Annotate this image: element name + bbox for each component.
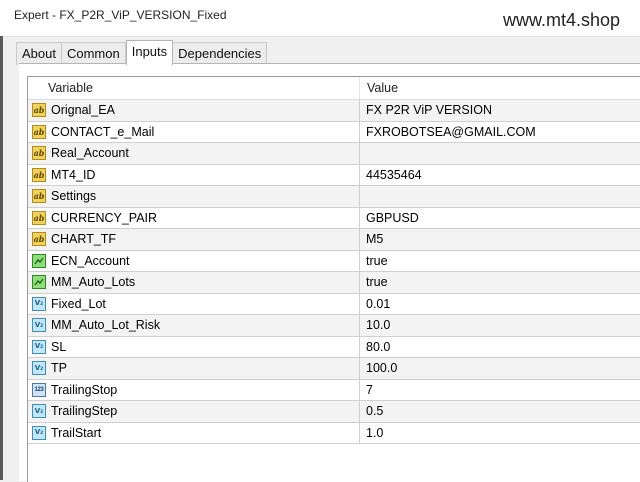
table-row[interactable]: 123 TrailingStop 7 [28, 379, 640, 401]
table-row[interactable]: ab Real_Account [28, 143, 640, 165]
variable-name: TrailStart [51, 425, 102, 440]
value-cell[interactable]: 10.0 [360, 315, 640, 336]
window-title: Expert - FX_P2R_ViP_VERSION_Fixed [14, 8, 227, 22]
string-ab-icon: ab [32, 146, 46, 161]
variable-cell: V₂ MM_Auto_Lot_Risk [28, 315, 360, 336]
value-cell[interactable]: M5 [360, 229, 640, 250]
bool-icon [32, 275, 46, 290]
double-icon: V₂ [32, 318, 46, 333]
variable-name: CONTACT_e_Mail [51, 124, 155, 139]
value-cell[interactable]: 100.0 [360, 358, 640, 379]
value-cell[interactable]: true [360, 251, 640, 272]
variable-cell: V₂ Fixed_Lot [28, 293, 360, 314]
variable-cell: V₂ TrailingStep [28, 401, 360, 422]
variable-name: CURRENCY_PAIR [51, 210, 158, 225]
tab-about[interactable]: About [16, 42, 62, 65]
double-icon: V₂ [32, 404, 46, 419]
variable-cell: ab CHART_TF [28, 229, 360, 250]
table-row[interactable]: ECN_Account true [28, 250, 640, 272]
table-row[interactable]: ab CURRENCY_PAIR GBPUSD [28, 207, 640, 229]
value-cell[interactable]: true [360, 272, 640, 293]
variable-cell: ab CURRENCY_PAIR [28, 207, 360, 228]
string-ab-icon: ab [32, 167, 46, 182]
table-row[interactable]: ab Settings [28, 186, 640, 208]
variable-name: MM_Auto_Lots [51, 275, 136, 290]
variable-cell: V₂ TrailStart [28, 422, 360, 443]
double-icon: V₂ [32, 339, 46, 354]
variable-name: TrailingStop [51, 382, 118, 397]
tab-bar: About Common Inputs Dependencies [16, 40, 268, 65]
variable-name: Fixed_Lot [51, 296, 106, 311]
inputs-table: Variable Value ab Orignal_EA FX P2R ViP VE… [27, 76, 640, 482]
tab-dependencies[interactable]: Dependencies [173, 42, 268, 65]
value-cell[interactable]: 0.01 [360, 294, 640, 315]
tab-common[interactable]: Common [61, 42, 126, 65]
variable-cell: MM_Auto_Lots [28, 272, 360, 293]
variable-cell: ab Settings [28, 186, 360, 207]
value-cell[interactable]: GBPUSD [360, 208, 640, 229]
window-titlebar: Expert - FX_P2R_ViP_VERSION_Fixed www.mt… [0, 0, 640, 37]
table-row[interactable]: V₂ Fixed_Lot 0.01 [28, 293, 640, 315]
variable-name: SL [51, 339, 67, 354]
tab-inputs[interactable]: Inputs [125, 40, 174, 65]
variable-name: CHART_TF [51, 232, 117, 247]
value-cell[interactable]: 0.5 [360, 401, 640, 422]
bool-icon [32, 253, 46, 268]
variable-name: TrailingStep [51, 404, 118, 419]
value-cell[interactable]: FXROBOTSEA@GMAIL.COM [360, 122, 640, 143]
integer-icon: 123 [32, 382, 46, 397]
watermark-text: www.mt4.shop [502, 10, 620, 30]
table-row[interactable]: ab MT4_ID 44535464 [28, 164, 640, 186]
variable-cell: ab Orignal_EA [28, 100, 360, 121]
table-row[interactable]: V₂ TrailStart 1.0 [28, 422, 640, 444]
column-header-value[interactable]: Value [360, 77, 398, 99]
table-row[interactable]: MM_Auto_Lots true [28, 272, 640, 294]
variable-name: Settings [51, 189, 97, 204]
variable-name: TP [51, 361, 67, 376]
table-row[interactable]: V₂ SL 80.0 [28, 336, 640, 358]
variable-name: Real_Account [51, 146, 129, 161]
value-cell[interactable]: FX P2R ViP VERSION [360, 100, 640, 121]
variable-name: MM_Auto_Lot_Risk [51, 318, 161, 333]
variable-name: Orignal_EA [51, 103, 115, 118]
variable-cell: V₂ TP [28, 358, 360, 379]
column-header-variable[interactable]: Variable [28, 77, 360, 99]
variable-name: MT4_ID [51, 167, 96, 182]
value-cell[interactable] [360, 186, 640, 207]
table-row[interactable]: V₂ TP 100.0 [28, 358, 640, 380]
table-row[interactable]: ab CONTACT_e_Mail FXROBOTSEA@GMAIL.COM [28, 121, 640, 143]
value-cell[interactable]: 7 [360, 380, 640, 401]
string-ab-icon: ab [32, 232, 46, 247]
table-body: ab Orignal_EA FX P2R ViP VERSION ab CONTACT_… [28, 100, 640, 444]
table-row[interactable]: V₂ TrailingStep 0.5 [28, 401, 640, 423]
value-cell[interactable] [360, 143, 640, 164]
string-ab-icon: ab [32, 124, 46, 139]
double-icon: V₂ [32, 425, 46, 440]
table-row[interactable]: ab Orignal_EA FX P2R ViP VERSION [28, 100, 640, 122]
double-icon: V₂ [32, 361, 46, 376]
table-row[interactable]: V₂ MM_Auto_Lot_Risk 10.0 [28, 315, 640, 337]
variable-cell: ab CONTACT_e_Mail [28, 121, 360, 142]
string-ab-icon: ab [32, 103, 46, 118]
table-row[interactable]: ab CHART_TF M5 [28, 229, 640, 251]
variable-name: ECN_Account [51, 253, 130, 268]
value-cell[interactable]: 80.0 [360, 337, 640, 358]
value-cell[interactable]: 44535464 [360, 165, 640, 186]
variable-cell: V₂ SL [28, 336, 360, 357]
value-cell[interactable]: 1.0 [360, 423, 640, 444]
variable-cell: ab Real_Account [28, 143, 360, 164]
double-icon: V₂ [32, 296, 46, 311]
inputs-panel: Variable Value ab Orignal_EA FX P2R ViP VE… [19, 63, 640, 482]
variable-cell: 123 TrailingStop [28, 379, 360, 400]
variable-cell: ECN_Account [28, 250, 360, 271]
variable-cell: ab MT4_ID [28, 164, 360, 185]
string-ab-icon: ab [32, 210, 46, 225]
table-header: Variable Value [28, 77, 640, 100]
window-left-edge [0, 36, 3, 480]
string-ab-icon: ab [32, 189, 46, 204]
